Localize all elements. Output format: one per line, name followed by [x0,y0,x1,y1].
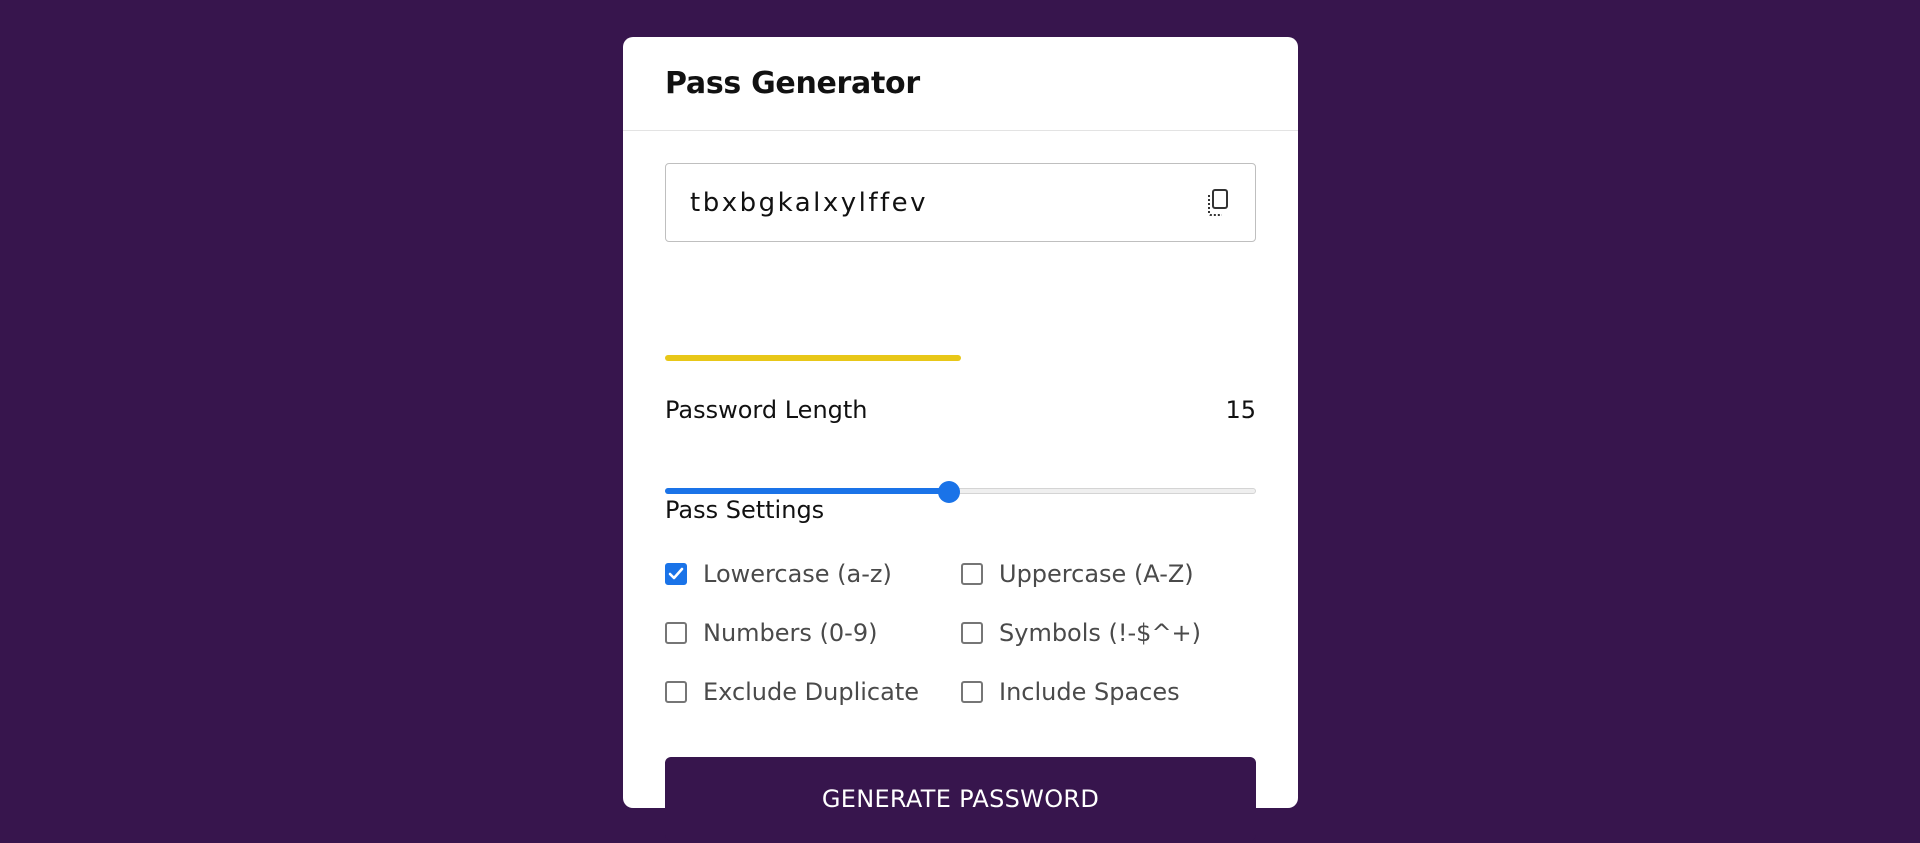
settings-title: Pass Settings [665,496,825,524]
lowercase-checkbox[interactable] [665,562,687,585]
password-generator-card: Pass Generator tbxbgkalxylffev Password … [623,37,1298,841]
option-label: Exclude Duplicate [703,677,919,706]
card-header: Pass Generator [623,37,1298,131]
option-symbols[interactable]: Symbols (!-$^+) [961,618,1256,647]
uppercase-checkbox[interactable] [961,562,983,585]
exclude-duplicate-checkbox[interactable] [665,680,687,703]
option-label: Lowercase (a-z) [703,559,892,588]
length-label: Password Length [665,396,868,424]
length-row: Password Length 15 [665,396,1256,424]
settings-options: Lowercase (a-z) Uppercase (A-Z) Numbers … [665,559,1256,706]
password-text: tbxbgkalxylffev [690,187,929,218]
option-lowercase[interactable]: Lowercase (a-z) [665,559,961,588]
slider-fill [665,488,949,494]
option-label: Uppercase (A-Z) [999,559,1194,588]
numbers-checkbox[interactable] [665,621,687,644]
symbols-checkbox[interactable] [961,621,983,644]
option-label: Symbols (!-$^+) [999,618,1202,647]
copy-icon[interactable] [1203,187,1231,219]
length-value: 15 [1225,396,1256,424]
option-include-spaces[interactable]: Include Spaces [961,677,1256,706]
option-label: Include Spaces [999,677,1180,706]
option-label: Numbers (0-9) [703,618,878,647]
option-uppercase[interactable]: Uppercase (A-Z) [961,559,1256,588]
password-display: tbxbgkalxylffev [665,163,1256,242]
include-spaces-checkbox[interactable] [961,680,983,703]
generate-password-button[interactable]: GENERATE PASSWORD [665,757,1256,841]
slider-thumb[interactable] [937,481,960,503]
option-numbers[interactable]: Numbers (0-9) [665,618,961,647]
app-title: Pass Generator [665,66,920,101]
strength-indicator [665,355,1256,361]
strength-bar-fill [665,355,961,361]
option-exclude-duplicate[interactable]: Exclude Duplicate [665,677,961,706]
